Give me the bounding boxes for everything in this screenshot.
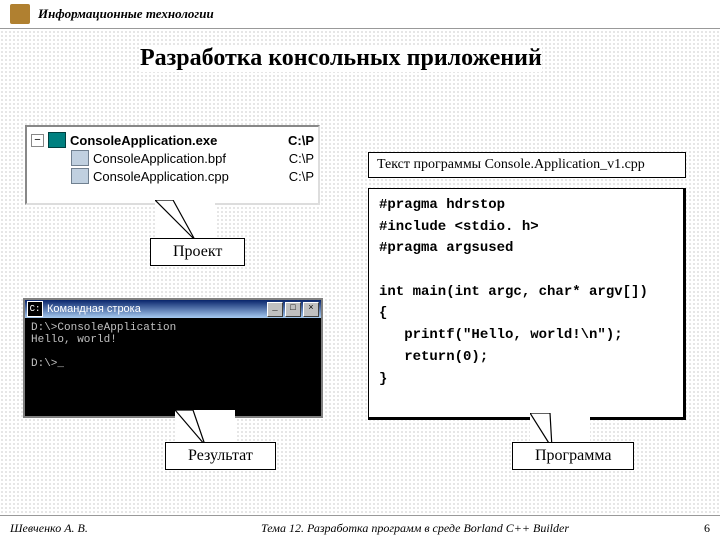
- tree-item-label: ConsoleApplication.exe: [70, 133, 217, 148]
- maximize-button[interactable]: □: [285, 302, 301, 317]
- console-title: Командная строка: [47, 303, 265, 315]
- tree-item-label: ConsoleApplication.bpf: [93, 151, 226, 166]
- console-window: C: Командная строка _ □ × D:\>ConsoleApp…: [23, 298, 323, 418]
- tree-row[interactable]: − ConsoleApplication.exe C:\P: [31, 131, 314, 149]
- exe-icon: [48, 132, 66, 148]
- project-tree: − ConsoleApplication.exe C:\P ConsoleApp…: [25, 125, 320, 205]
- label-program: Программа: [512, 442, 634, 470]
- footer: Шевченко А. В. Тема 12. Разработка прогр…: [0, 515, 720, 540]
- file-icon: [71, 168, 89, 184]
- code-listing: #pragma hdrstop #include <stdio. h> #pra…: [368, 188, 686, 420]
- cmd-icon: C:: [27, 301, 43, 317]
- footer-topic: Тема 12. Разработка программ в среде Bor…: [150, 521, 680, 536]
- minimize-button[interactable]: _: [267, 302, 283, 317]
- file-icon: [71, 150, 89, 166]
- header-title: Информационные технологии: [38, 6, 214, 22]
- label-result: Результат: [165, 442, 276, 470]
- footer-author: Шевченко А. В.: [10, 521, 150, 536]
- tree-item-path: C:\P: [279, 169, 314, 184]
- tree-row[interactable]: ConsoleApplication.cpp C:\P: [31, 167, 314, 185]
- code-title: Текст программы Console.Application_v1.c…: [368, 152, 686, 178]
- page-title: Разработка консольных приложений: [140, 45, 542, 72]
- footer-page: 6: [680, 521, 710, 536]
- logo-icon: [10, 4, 30, 24]
- console-output: D:\>ConsoleApplication Hello, world! D:\…: [25, 318, 321, 374]
- label-project: Проект: [150, 238, 245, 266]
- console-titlebar[interactable]: C: Командная строка _ □ ×: [25, 300, 321, 318]
- tree-item-label: ConsoleApplication.cpp: [93, 169, 229, 184]
- tree-row[interactable]: ConsoleApplication.bpf C:\P: [31, 149, 314, 167]
- header: Информационные технологии: [0, 0, 720, 29]
- close-button[interactable]: ×: [303, 302, 319, 317]
- tree-item-path: C:\P: [279, 151, 314, 166]
- collapse-icon[interactable]: −: [31, 134, 44, 147]
- tree-item-path: C:\P: [278, 133, 314, 148]
